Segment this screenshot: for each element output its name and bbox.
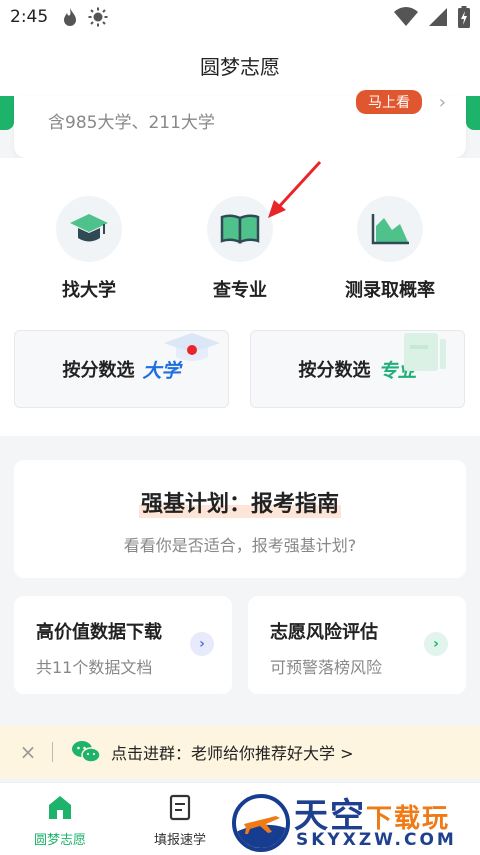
status-bar: 2:45 xyxy=(0,0,480,34)
annotation-arrow xyxy=(268,160,322,218)
data-download-card[interactable]: 高价值数据下载 共11个数据文档 › xyxy=(14,596,232,694)
top-university-card[interactable]: 含985大学、211大学 马上看 › xyxy=(14,90,466,158)
watermark-logo xyxy=(232,794,290,852)
search-major-label: 查专业 xyxy=(213,280,267,301)
find-university-label: 找大学 xyxy=(62,280,116,301)
chevron-right-icon: › xyxy=(190,632,214,656)
app-header: 圆梦志愿 xyxy=(0,34,480,96)
document-icon xyxy=(169,794,191,821)
qiangji-guide-card[interactable]: 强基计划：报考指南 看看你是否适合，报考强基计划? xyxy=(14,460,466,578)
site-watermark: 天空下载玩 SKYXZW.COM xyxy=(232,792,480,855)
status-time: 2:45 xyxy=(10,7,49,27)
watermark-domain: SKYXZW.COM xyxy=(296,830,457,850)
find-university-icon-wrap xyxy=(56,196,122,262)
score-card-label: 按分数选 xyxy=(298,360,371,381)
open-book-icon xyxy=(220,214,260,244)
qiangji-title: 强基计划：报考指南 xyxy=(138,486,341,518)
sun-icon xyxy=(88,7,108,27)
promo-divider xyxy=(52,742,53,762)
battery-charging-icon xyxy=(458,6,470,28)
tab-fill-quick-learn[interactable]: 填报速学 xyxy=(130,793,230,848)
notification-dot xyxy=(187,345,197,355)
cell-signal-icon xyxy=(429,8,447,26)
select-university-by-score-button[interactable]: 按分数选 大学 xyxy=(14,330,229,408)
home-icon xyxy=(49,796,71,819)
qiangji-subtitle: 看看你是否适合，报考强基计划? xyxy=(123,536,357,555)
join-group-promo-bar[interactable]: × 点击进群：老师给你推荐好大学 > xyxy=(0,726,480,778)
chevron-right-icon: › xyxy=(438,92,446,113)
airplane-logo-icon xyxy=(236,816,286,848)
tab-yuanmeng-zhiyuan[interactable]: 圆梦志愿 xyxy=(10,793,110,848)
promo-text: 点击进群：老师给你推荐好大学 > xyxy=(111,744,354,763)
tab-label: 填报速学 xyxy=(153,833,206,848)
admission-probability-label: 测录取概率 xyxy=(345,280,435,301)
risk-assessment-card[interactable]: 志愿风险评估 可预警落榜风险 › xyxy=(248,596,466,694)
score-card-label: 按分数选 xyxy=(62,360,135,381)
select-major-by-score-button[interactable]: 按分数选 专业 xyxy=(250,330,465,408)
close-icon[interactable]: × xyxy=(18,740,38,764)
flame-icon xyxy=(64,8,77,26)
admission-probability-icon-wrap xyxy=(357,196,423,262)
area-chart-icon xyxy=(371,214,409,245)
document-watermark-icon xyxy=(404,333,446,371)
admission-probability-tool[interactable]: 测录取概率 xyxy=(315,196,465,302)
top-card-subtitle: 含985大学、211大学 xyxy=(48,113,215,133)
status-left-icons xyxy=(62,7,108,27)
tab-label: 圆梦志愿 xyxy=(33,833,86,848)
find-university-tool[interactable]: 找大学 xyxy=(14,196,164,302)
graduation-cap-icon xyxy=(70,214,108,242)
data-download-subtitle: 共11个数据文档 xyxy=(36,658,153,677)
status-right-icons xyxy=(394,6,470,28)
wechat-icon xyxy=(72,741,101,763)
banner-green-edge-left xyxy=(0,96,14,130)
banner-green-edge-right xyxy=(466,96,480,130)
risk-assessment-subtitle: 可预警落榜风险 xyxy=(270,658,383,677)
page-title: 圆梦志愿 xyxy=(200,54,280,79)
view-now-button[interactable]: 马上看 xyxy=(356,90,422,114)
wifi-icon xyxy=(394,7,418,27)
chevron-right-icon: › xyxy=(424,632,448,656)
